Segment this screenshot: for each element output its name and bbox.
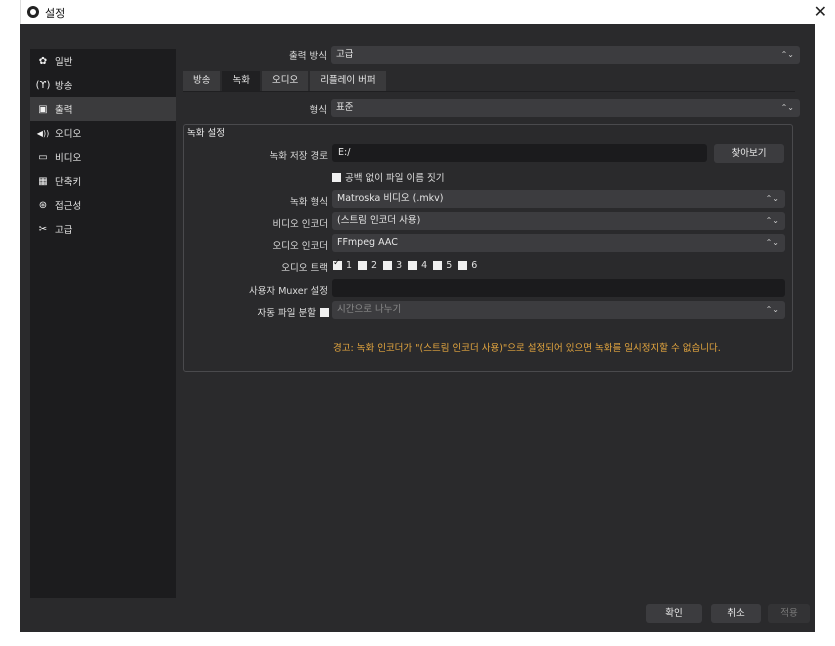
accessibility-icon: ⊛	[38, 199, 48, 211]
video-encoder-select[interactable]: (스트림 인코더 사용) ⌃⌄	[332, 212, 785, 230]
chevron-updown-icon: ⌃⌄	[765, 194, 779, 203]
output-icon: ▣	[38, 103, 48, 115]
audio-encoder-select[interactable]: FFmpeg AAC ⌃⌄	[332, 234, 785, 252]
monitor-icon: ▭	[38, 151, 48, 163]
autosplit-value: 시간으로 나누기	[337, 304, 402, 315]
sidebar-item-accessibility[interactable]: ⊛ 접근성	[30, 193, 176, 217]
track-label: 5	[446, 260, 453, 271]
tab-stream[interactable]: 방송	[183, 71, 221, 91]
ok-button[interactable]: 확인	[646, 604, 702, 623]
audio-encoder-value: FFmpeg AAC	[337, 237, 398, 248]
chevron-updown-icon: ⌃⌄	[780, 50, 794, 59]
chevron-updown-icon: ⌃⌄	[765, 305, 779, 314]
output-mode-value: 고급	[336, 49, 354, 60]
video-encoder-value: (스트림 인코더 사용)	[337, 215, 421, 226]
video-encoder-label: 비디오 인코더	[272, 219, 328, 230]
sidebar-item-advanced[interactable]: ✂ 고급	[30, 217, 176, 241]
rec-format-value: Matroska 비디오 (.mkv)	[337, 193, 444, 204]
output-tabs: 방송 녹화 오디오 리플레이 버퍼	[183, 71, 388, 91]
sidebar-item-label: 접근성	[55, 201, 82, 212]
sidebar-item-label: 방송	[55, 81, 73, 92]
sidebar-item-audio[interactable]: ◀)) 오디오	[30, 121, 176, 145]
chevron-updown-icon: ⌃⌄	[780, 103, 794, 112]
title-bar: 설정 ✕	[20, 0, 835, 24]
cancel-button[interactable]: 취소	[711, 604, 761, 623]
track-label: 3	[396, 260, 403, 271]
window-bottom-edge	[20, 632, 815, 646]
window-title: 설정	[45, 7, 66, 20]
tab-replay-buffer[interactable]: 리플레이 버퍼	[310, 71, 386, 91]
autosplit-select[interactable]: 시간으로 나누기 ⌃⌄	[332, 301, 785, 319]
audio-track-label: 오디오 트랙	[281, 263, 328, 274]
track-label: 1	[346, 260, 353, 271]
rec-format-label: 녹화 형식	[290, 197, 328, 208]
track-checkbox[interactable]	[433, 261, 443, 270]
track-checkbox[interactable]	[333, 258, 342, 270]
browse-button[interactable]: 찾아보기	[714, 144, 784, 163]
track-label: 6	[471, 260, 478, 271]
chevron-updown-icon: ⌃⌄	[765, 216, 779, 225]
track-checkbox[interactable]	[458, 261, 468, 270]
track-checkbox[interactable]	[358, 261, 368, 270]
autosplit-option[interactable]: 자동 파일 분할	[183, 305, 329, 319]
output-mode-label: 출력 방식	[289, 51, 327, 62]
track-checkbox[interactable]	[383, 261, 393, 270]
autosplit-label: 자동 파일 분할	[257, 308, 316, 319]
audio-encoder-label: 오디오 인코더	[272, 241, 328, 252]
tab-recording[interactable]: 녹화	[222, 71, 260, 91]
sidebar-item-hotkeys[interactable]: ▦ 단축키	[30, 169, 176, 193]
nospace-checkbox[interactable]	[332, 172, 341, 182]
keyboard-icon: ▦	[38, 175, 48, 187]
nospace-option[interactable]: 공백 없이 파일 이름 짓기	[332, 170, 450, 184]
sidebar-item-stream[interactable]: (ϒ) 방송	[30, 73, 176, 97]
sidebar-item-label: 고급	[55, 225, 73, 236]
track-label: 4	[421, 260, 428, 271]
rec-format-select[interactable]: Matroska 비디오 (.mkv) ⌃⌄	[332, 190, 785, 208]
sidebar-item-label: 오디오	[55, 129, 82, 140]
pause-warning: 경고: 녹화 인코더가 "(스트림 인코더 사용)"으로 설정되어 있으면 녹화…	[333, 343, 721, 354]
output-mode-select[interactable]: 고급 ⌃⌄	[331, 46, 800, 64]
chevron-updown-icon: ⌃⌄	[765, 238, 779, 247]
sidebar: ✿ 일반 (ϒ) 방송 ▣ 출력 ◀)) 오디오 ▭ 비디오 ▦ 단축키 ⊛ 접…	[30, 49, 176, 598]
group-title: 녹화 설정	[187, 128, 225, 139]
speaker-icon: ◀))	[36, 128, 50, 138]
sidebar-item-label: 출력	[55, 105, 73, 116]
tab-audio[interactable]: 오디오	[261, 71, 309, 91]
track-checkbox[interactable]	[408, 261, 418, 270]
sidebar-item-label: 비디오	[55, 153, 82, 164]
format-value: 표준	[336, 102, 354, 113]
recording-path-label: 녹화 저장 경로	[269, 151, 328, 162]
sidebar-item-label: 일반	[55, 57, 73, 68]
format-select[interactable]: 표준 ⌃⌄	[331, 99, 800, 117]
apply-button[interactable]: 적용	[768, 604, 810, 623]
obs-logo-icon	[27, 6, 39, 18]
sidebar-item-output[interactable]: ▣ 출력	[30, 97, 176, 121]
nospace-label: 공백 없이 파일 이름 짓기	[345, 173, 445, 184]
audio-track-list: 1 2 3 4 5 6	[333, 258, 483, 271]
output-settings-panel: 출력 방식 고급 ⌃⌄ 방송 녹화 오디오 리플레이 버퍼 형식 표준 ⌃⌄ 녹…	[183, 44, 800, 596]
broadcast-icon: (ϒ)	[35, 79, 51, 91]
sidebar-item-label: 단축키	[55, 177, 82, 188]
format-label: 형식	[309, 105, 327, 116]
sidebar-item-general[interactable]: ✿ 일반	[30, 49, 176, 73]
sidebar-item-video[interactable]: ▭ 비디오	[30, 145, 176, 169]
autosplit-checkbox[interactable]	[320, 307, 329, 317]
close-icon[interactable]: ✕	[814, 2, 827, 21]
tab-divider	[183, 91, 795, 92]
muxer-input[interactable]	[332, 279, 785, 297]
recording-path-input[interactable]: E:/	[332, 144, 707, 162]
tools-icon: ✂	[38, 223, 48, 235]
muxer-label: 사용자 Muxer 설정	[248, 286, 328, 297]
gear-icon: ✿	[38, 55, 48, 67]
track-label: 2	[371, 260, 378, 271]
